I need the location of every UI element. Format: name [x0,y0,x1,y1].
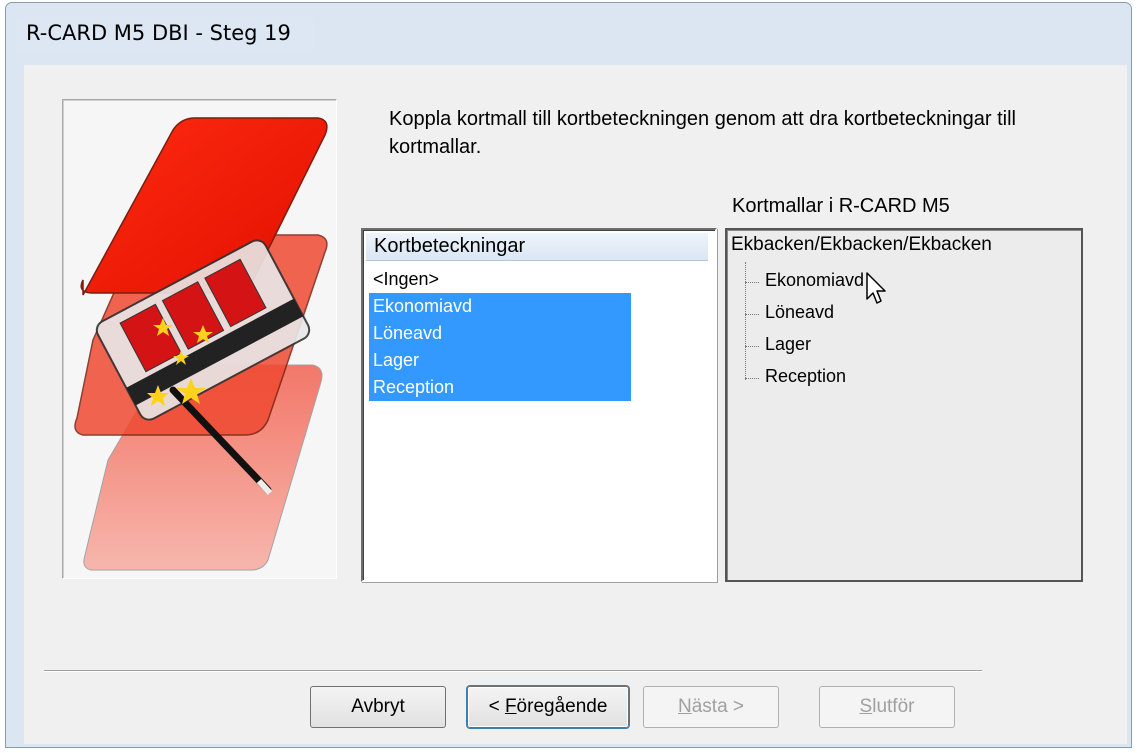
templates-label: Kortmallar i R-CARD M5 [732,195,950,217]
cancel-button[interactable]: Avbryt [310,686,446,728]
list-item-ingen[interactable]: <Ingen> [369,266,439,293]
list-item-lager[interactable]: Lager [369,347,631,374]
tree-connector [745,262,746,380]
mouse-pointer-icon [866,272,886,304]
tree-branch-line [745,314,759,315]
wizard-client-area: Koppla kortmall till kortbeteckningen ge… [24,65,1127,744]
list-item-ekonomiavd[interactable]: Ekonomiavd [369,293,631,320]
next-button-label: Nästa > [677,696,745,717]
finish-button[interactable]: Slutför [819,686,955,728]
list-item-loneavd[interactable]: Löneavd [369,320,631,347]
title-bar: R-CARD M5 DBI - Steg 19 [16,17,314,53]
instruction-text: Koppla kortmall till kortbeteckningen ge… [389,108,1016,158]
wizard-window: R-CARD M5 DBI - Steg 19 Koppla kortmall … [5,2,1132,748]
tree-branch-line [745,378,759,379]
tree-branch-line [745,346,759,347]
cancel-button-label: Avbryt [351,696,405,717]
button-separator [44,670,982,672]
previous-button[interactable]: < Föregående [467,686,629,728]
card-templates-tree[interactable]: Ekbacken/Ekbacken/Ekbacken Ekonomiavd Lö… [725,228,1083,582]
next-button[interactable]: Nästa > [643,686,779,728]
previous-button-label: < Föregående [488,696,608,717]
card-wizard-illustration-icon [74,117,328,571]
tree-root-node[interactable]: Ekbacken/Ekbacken/Ekbacken [731,234,992,256]
window-title: R-CARD M5 DBI - Steg 19 [26,21,291,45]
tree-node-label: Reception [765,366,847,386]
list-item-reception[interactable]: Reception [369,374,631,401]
tree-branch-line [745,282,759,283]
card-designations-listbox[interactable]: Kortbeteckningar <Ingen> Ekonomiavd Löne… [361,228,717,582]
card-designations-header[interactable]: Kortbeteckningar [366,233,708,261]
tree-node-label: Lager [765,334,812,354]
tree-node-label: Ekonomiavd [765,270,865,290]
tree-node-label: Löneavd [765,302,835,322]
card-wizard-illustration [62,99,337,579]
finish-button-label: Slutför [859,696,915,717]
